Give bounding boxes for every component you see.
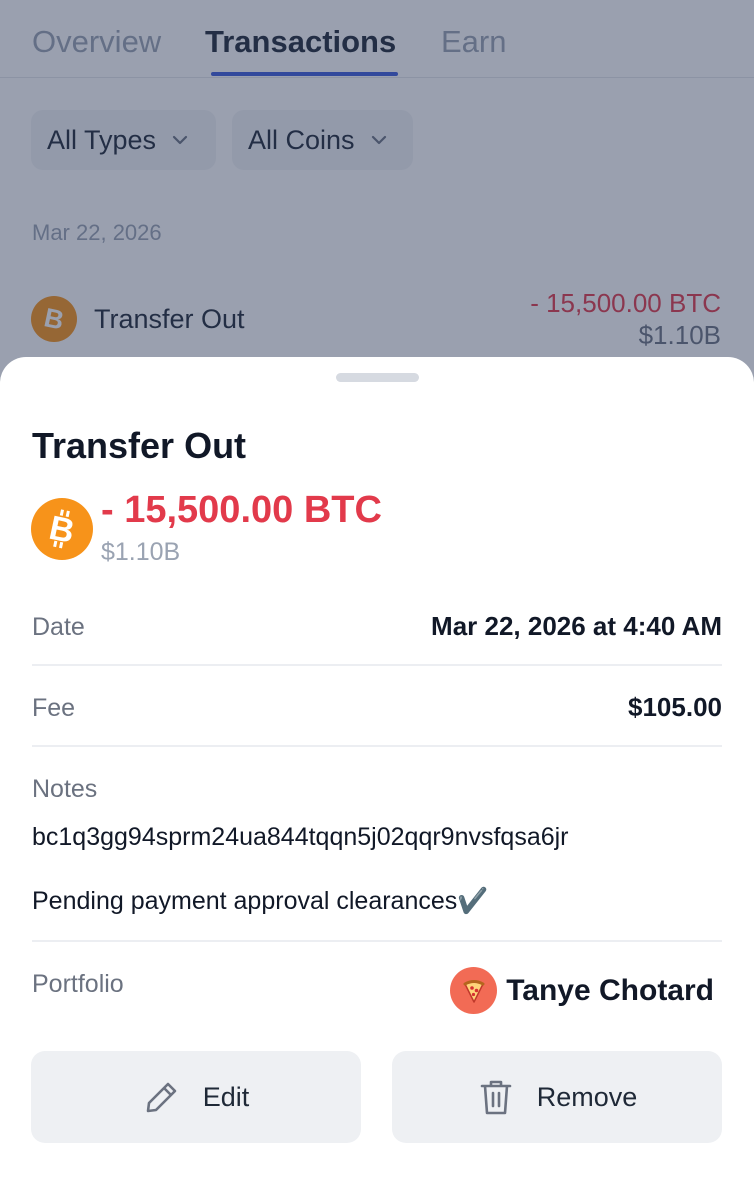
fee-value: $105.00 bbox=[628, 692, 722, 722]
pencil-icon bbox=[146, 1082, 177, 1113]
remove-button[interactable]: Remove bbox=[392, 1051, 722, 1143]
portfolio-name: Tanye Chotard bbox=[506, 973, 714, 1007]
notes-address: bc1q3gg94sprm24ua844tqqn5j02qqr9nvsfqsa6… bbox=[32, 823, 569, 851]
portfolio-label: Portfolio bbox=[32, 970, 124, 998]
transaction-detail-sheet: Transfer Out B - 15,500.00 BTC $1.10B Da… bbox=[0, 357, 754, 1200]
notes-label: Notes bbox=[32, 775, 98, 803]
sheet-title: Transfer Out bbox=[32, 425, 247, 466]
notes-message: Pending payment approval clearances✔️ bbox=[32, 887, 489, 915]
fee-label: Fee bbox=[32, 694, 76, 722]
edit-button-label: Edit bbox=[202, 1081, 250, 1112]
detail-usd-value: $1.10B bbox=[101, 538, 181, 566]
divider bbox=[32, 940, 722, 942]
portfolio-avatar bbox=[450, 967, 498, 1014]
portfolio-selector[interactable]: Tanye Chotard bbox=[450, 967, 714, 1014]
trash-icon bbox=[480, 1080, 512, 1115]
pizza-icon bbox=[463, 979, 485, 1003]
divider bbox=[32, 745, 722, 747]
date-value: Mar 22, 2026 at 4:40 AM bbox=[431, 611, 722, 641]
remove-button-label: Remove bbox=[536, 1081, 638, 1112]
sheet-drag-handle[interactable] bbox=[336, 373, 419, 382]
date-label: Date bbox=[32, 613, 85, 641]
detail-amount: - 15,500.00 BTC bbox=[101, 489, 382, 531]
divider bbox=[32, 664, 722, 666]
bitcoin-icon: B bbox=[31, 498, 93, 560]
edit-button[interactable]: Edit bbox=[31, 1051, 361, 1143]
